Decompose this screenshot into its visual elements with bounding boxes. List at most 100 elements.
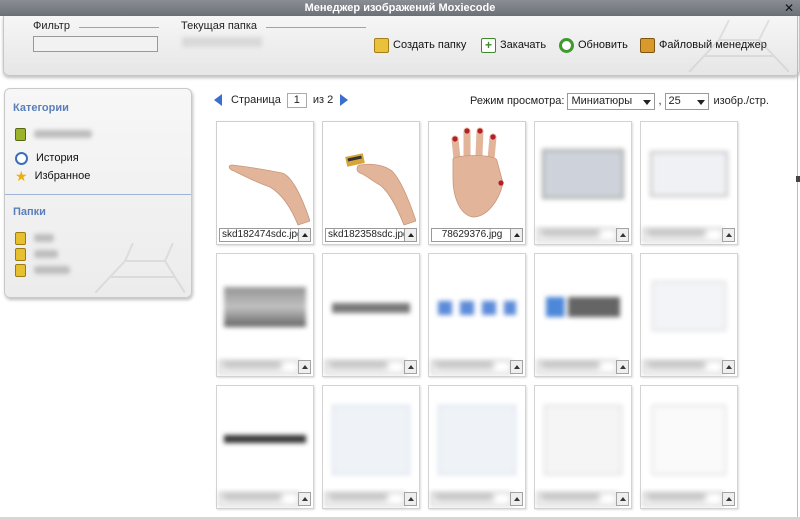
thumbnail-image — [220, 389, 310, 491]
thumbnail-filename — [643, 492, 723, 506]
favorites-label: Избранное — [34, 170, 91, 182]
folder-icon — [15, 263, 26, 277]
thumbnail-image — [326, 125, 416, 227]
current-folder-label: Текущая папка — [181, 20, 258, 32]
view-controls: Режим просмотра: Миниатюры , 25 изобр./с… — [470, 92, 769, 110]
thumbnail-filename — [219, 360, 299, 374]
folder-divider — [266, 27, 366, 28]
thumbnail-menu-button[interactable] — [722, 228, 735, 242]
sidebar-divider — [5, 194, 191, 195]
view-mode-select[interactable]: Миниатюры — [567, 92, 656, 110]
close-icon[interactable]: ✕ — [782, 0, 796, 16]
thumbnail-menu-button[interactable] — [298, 492, 311, 506]
refresh-icon — [559, 37, 574, 53]
thumbnail-image — [432, 257, 522, 359]
thumbnail-menu-button[interactable] — [510, 228, 523, 242]
per-page-suffix: изобр./стр. — [713, 95, 769, 107]
decorative-cube-icon — [688, 20, 789, 72]
thumbnail-filename — [219, 492, 299, 506]
thumbnail-card[interactable] — [640, 253, 738, 377]
file-manager-icon — [640, 37, 655, 53]
previous-page-icon[interactable] — [214, 94, 222, 106]
folder-item[interactable] — [15, 231, 54, 245]
upload-label: Закачать — [500, 39, 547, 51]
next-page-icon[interactable] — [340, 94, 349, 106]
refresh-label: Обновить — [578, 39, 628, 51]
thumbnail-card[interactable] — [428, 385, 526, 509]
per-page-select[interactable]: 25 — [664, 92, 709, 110]
thumbnail-card[interactable]: skd182474sdc.jpg — [216, 121, 314, 245]
thumbnail-card[interactable] — [322, 385, 420, 509]
thumbnail-menu-button[interactable] — [722, 360, 735, 374]
thumbnail-filename: skd182358sdc.jpg — [325, 228, 405, 242]
per-page-value: 25 — [668, 95, 681, 107]
thumbnail-card[interactable]: 78629376.jpg — [428, 121, 526, 245]
decorative-cube-icon — [95, 243, 185, 293]
thumbnail-card[interactable] — [534, 385, 632, 509]
resize-handle[interactable] — [796, 176, 800, 182]
folder-label — [34, 266, 70, 274]
history-label: История — [36, 152, 79, 164]
create-folder-button[interactable]: Создать папку — [374, 36, 466, 54]
thumbnail-card[interactable] — [640, 121, 738, 245]
thumbnail-filename — [431, 492, 511, 506]
thumbnail-image — [326, 257, 416, 359]
thumbnail-image — [220, 257, 310, 359]
thumbnail-card[interactable]: skd182358sdc.jpg — [322, 121, 420, 245]
folder-item[interactable] — [15, 263, 70, 277]
folder-label — [34, 250, 58, 258]
sidebar-item-history[interactable]: История — [15, 151, 79, 165]
filter-divider — [79, 27, 159, 28]
page-label: Страница — [231, 94, 281, 106]
thumbnail-card[interactable] — [216, 385, 314, 509]
star-icon: ★ — [15, 168, 28, 184]
thumbnail-menu-button[interactable] — [298, 228, 311, 242]
thumbnail-card[interactable] — [428, 253, 526, 377]
folders-heading: Папки — [13, 206, 46, 218]
thumbnail-image — [326, 389, 416, 491]
thumbnail-card[interactable] — [322, 253, 420, 377]
upload-icon: + — [481, 37, 496, 53]
thumbnail-image — [432, 389, 522, 491]
new-folder-icon — [374, 37, 389, 53]
thumbnail-menu-button[interactable] — [404, 360, 417, 374]
thumbnail-menu-button[interactable] — [404, 228, 417, 242]
thumbnail-card[interactable] — [640, 385, 738, 509]
page-number-input[interactable]: 1 — [286, 92, 307, 108]
book-icon — [15, 127, 26, 141]
thumbnail-menu-button[interactable] — [616, 360, 629, 374]
sidebar-item-favorites[interactable]: ★ Избранное — [15, 169, 90, 183]
thumbnail-menu-button[interactable] — [616, 228, 629, 242]
thumbnail-filename — [643, 360, 723, 374]
thumbnail-filename — [643, 228, 723, 242]
thumbnail-menu-button[interactable] — [298, 360, 311, 374]
upload-button[interactable]: + Закачать — [481, 36, 546, 54]
thumbnail-filename — [537, 492, 617, 506]
refresh-button[interactable]: Обновить — [559, 36, 628, 54]
thumbnail-image — [538, 257, 628, 359]
thumbnail-image — [644, 389, 734, 491]
clock-icon — [15, 151, 28, 165]
thumbnail-filename: skd182474sdc.jpg — [219, 228, 299, 242]
filter-input[interactable] — [33, 36, 158, 52]
toolbar: Фильтр Текущая папка Создать папку + Зак… — [3, 16, 800, 76]
thumbnail-image — [538, 125, 628, 227]
category-item[interactable] — [15, 127, 92, 141]
page-total: 2 — [327, 94, 334, 106]
thumbnail-image — [220, 125, 310, 227]
chevron-down-icon — [643, 99, 652, 105]
thumbnail-image — [538, 389, 628, 491]
thumbnail-menu-button[interactable] — [510, 492, 523, 506]
thumbnail-card[interactable] — [216, 253, 314, 377]
thumbnail-image — [644, 125, 734, 227]
thumbnail-filename — [325, 360, 405, 374]
thumbnail-menu-button[interactable] — [616, 492, 629, 506]
thumbnail-menu-button[interactable] — [404, 492, 417, 506]
thumbnail-menu-button[interactable] — [722, 492, 735, 506]
folder-icon — [15, 247, 26, 261]
thumbnail-card[interactable] — [534, 121, 632, 245]
category-label — [34, 130, 92, 138]
thumbnail-menu-button[interactable] — [510, 360, 523, 374]
folder-item[interactable] — [15, 247, 58, 261]
thumbnail-card[interactable] — [534, 253, 632, 377]
